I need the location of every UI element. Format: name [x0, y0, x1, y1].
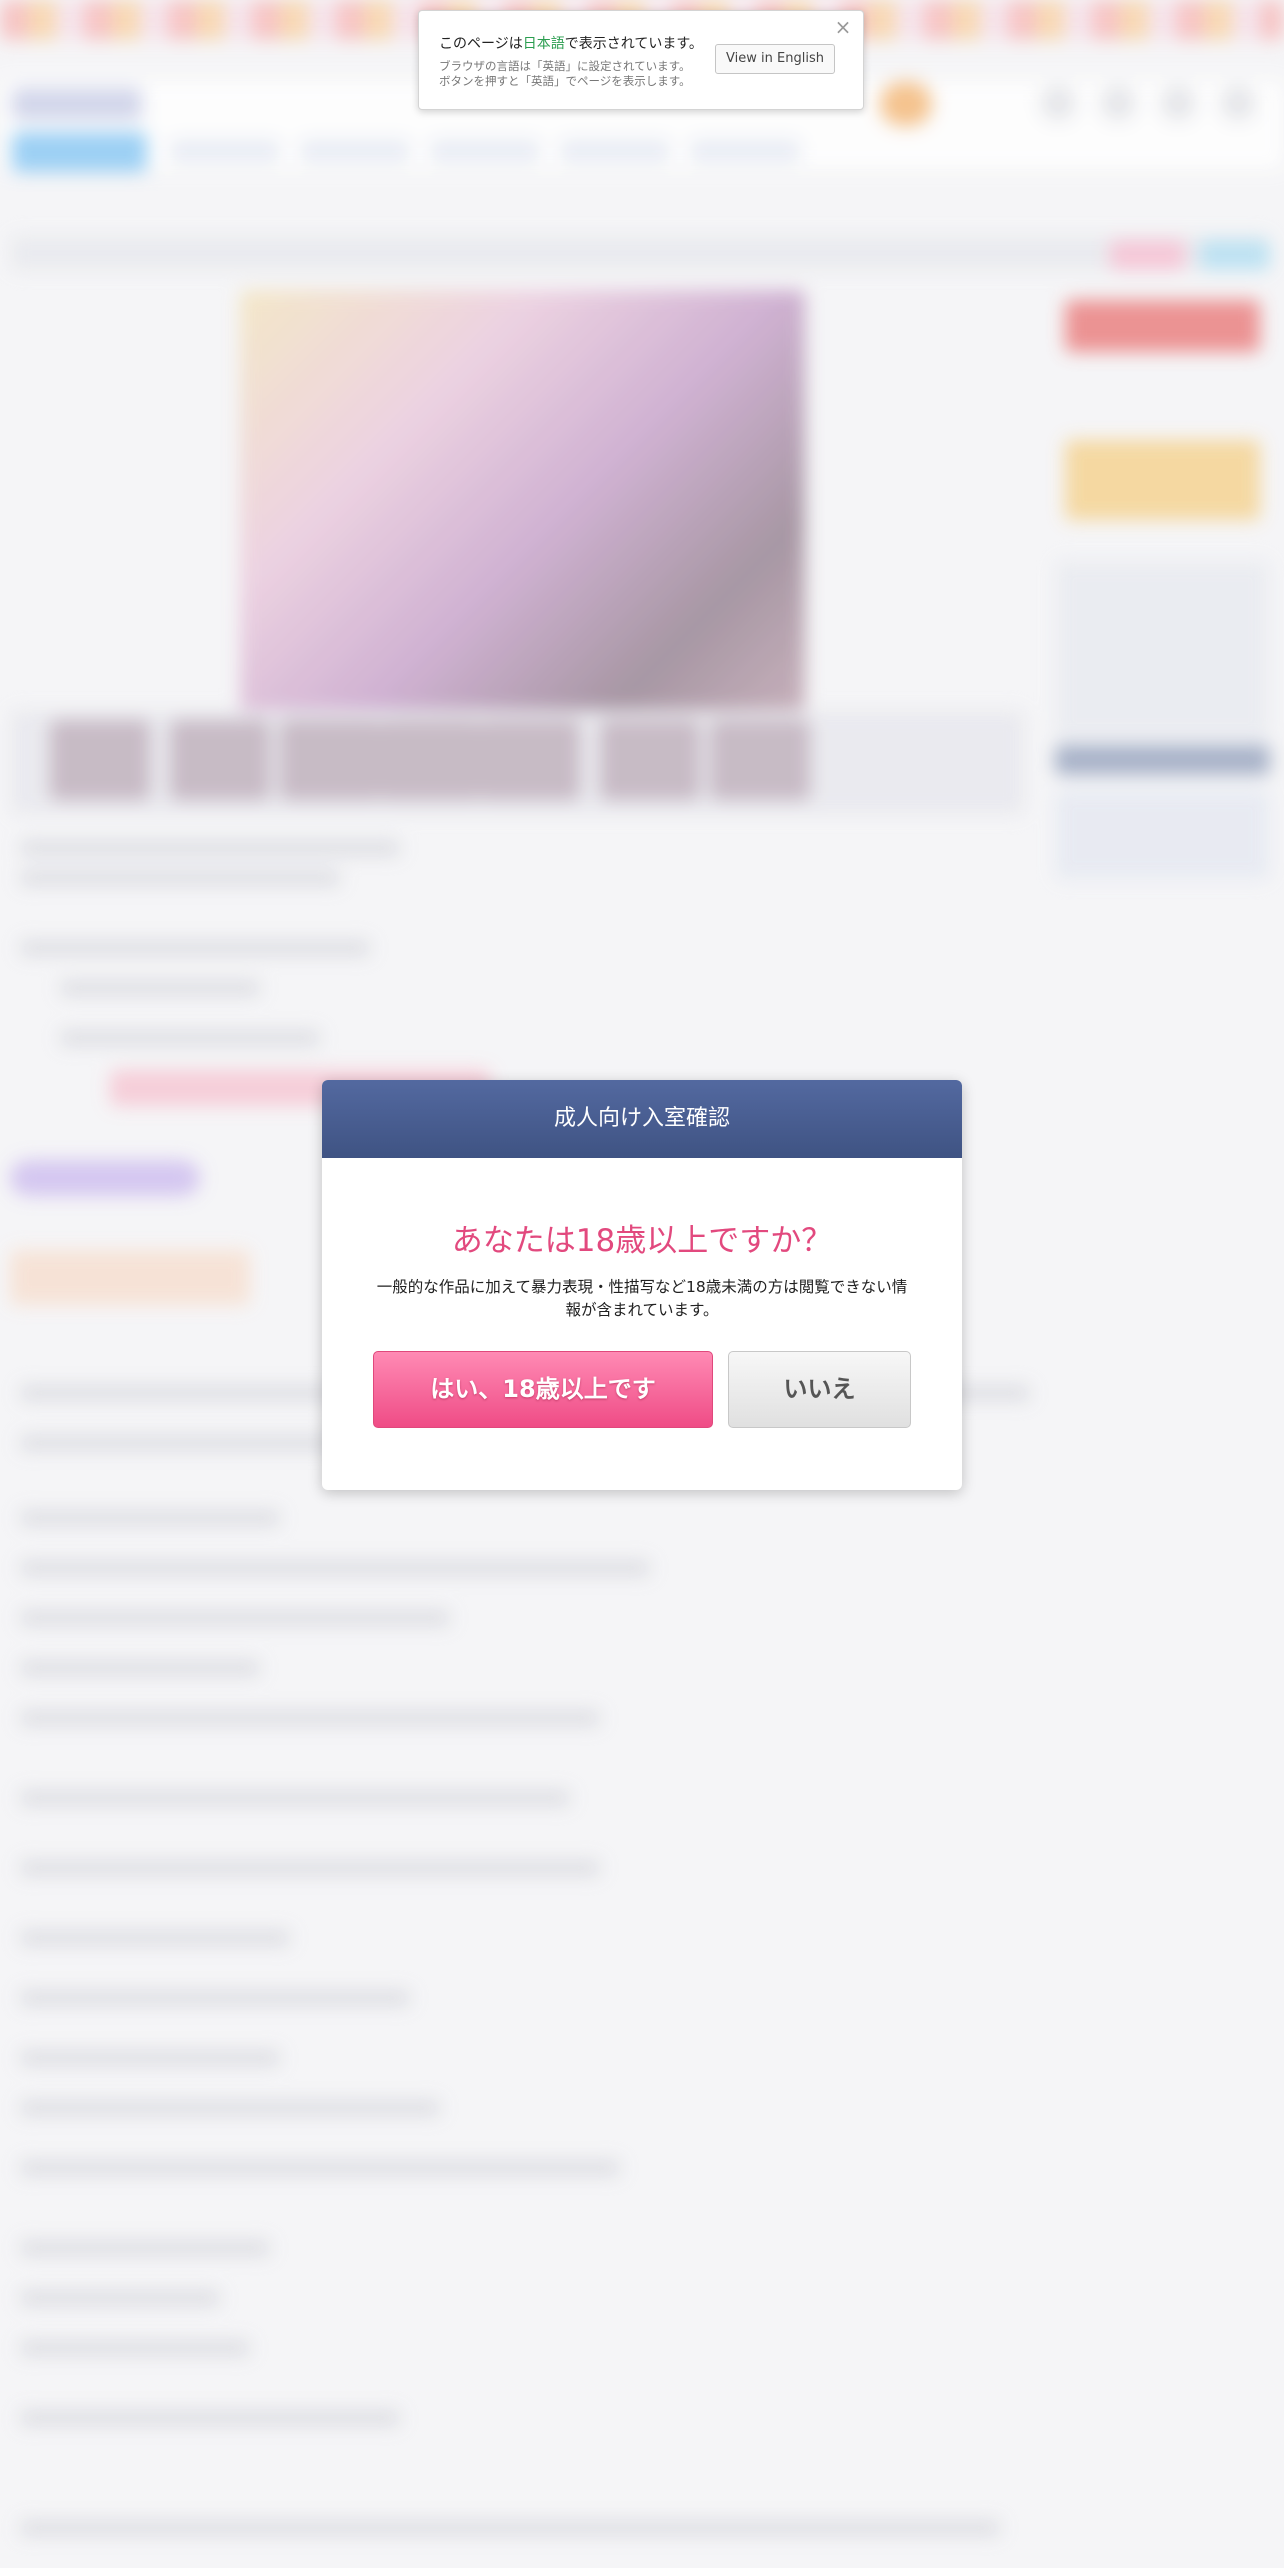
notice-language: 日本語	[522, 36, 565, 52]
modal-title: 成人向け入室確認	[322, 1080, 962, 1158]
notice-sub-line-1: ブラウザの言語は「英語」に設定されています。	[439, 59, 691, 73]
language-notice: このページは日本語で表示されています。 ブラウザの言語は「英語」に設定されていま…	[418, 10, 864, 110]
view-in-english-button[interactable]: View in English	[715, 44, 835, 74]
confirm-adult-button[interactable]: はい、18歳以上です	[373, 1351, 713, 1428]
age-description: 一般的な作品に加えて暴力表現・性描写など18歳未満の方は閲覧できない情報が含まれ…	[376, 1278, 908, 1319]
age-question: あなたは18歳以上ですか？	[451, 1223, 833, 1259]
age-confirmation-modal: 成人向け入室確認 あなたは18歳以上ですか？ 一般的な作品に加えて暴力表現・性描…	[322, 1080, 962, 1490]
notice-prefix: このページは	[439, 36, 523, 52]
notice-suffix: で表示されています。	[564, 36, 703, 52]
close-icon[interactable]: ×	[831, 15, 855, 39]
language-notice-message: このページは日本語で表示されています。	[439, 33, 703, 53]
notice-sub-line-2: ボタンを押すと「英語」でページを表示します。	[439, 74, 691, 88]
decline-button[interactable]: いいえ	[728, 1351, 911, 1428]
